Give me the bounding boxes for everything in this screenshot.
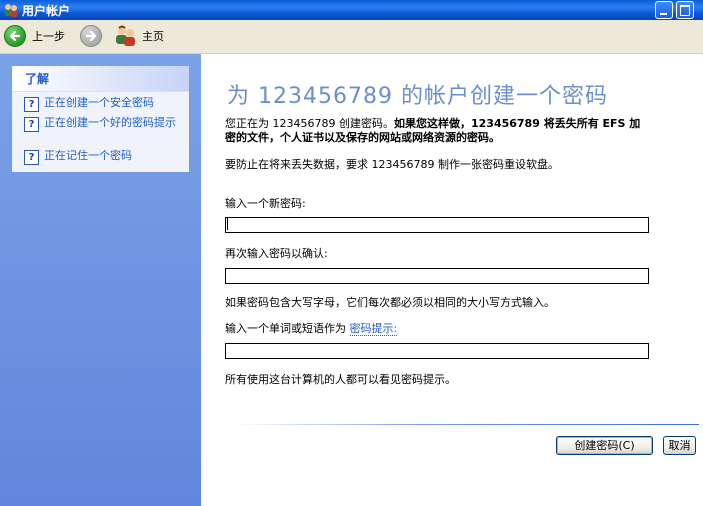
title-bar: 用户帐户 [0,0,703,20]
divider [233,424,699,425]
sidebar-item-secure-password[interactable]: ? 正在创建一个安全密码 [24,96,182,112]
hint-label: 输入一个单词或短语作为 密码提示: [225,322,645,336]
window-title: 用户帐户 [22,4,71,18]
left-task-pane: 了解 ? 正在创建一个安全密码 ? 正在创建一个好的密码提示 ? 正在记住一个密… [0,54,201,506]
forward-button[interactable] [80,25,102,50]
home-users-icon [116,25,135,46]
back-button[interactable]: 上一步 [4,25,65,47]
learn-about-header: 了解 [12,66,189,92]
sidebar-item-remember-password[interactable]: ? 正在记住一个密码 [24,149,182,165]
confirm-password-label: 再次输入密码以确认: [225,247,328,260]
forward-arrow-icon [80,25,102,47]
cancel-button[interactable]: 取消 [663,436,696,455]
password-hint-field[interactable] [225,343,649,359]
page-title: 为 123456789 的帐户创建一个密码 [227,84,608,109]
sidebar-item-label: 正在记住一个密码 [44,149,132,162]
sidebar-item-label: 正在创建一个好的密码提示 [44,116,176,129]
help-icon: ? [24,150,39,165]
confirm-password-field[interactable] [225,268,649,284]
toolbar: 上一步 主页 [0,20,703,54]
minimize-button[interactable] [655,1,673,19]
back-label: 上一步 [32,30,65,43]
home-label: 主页 [142,30,164,43]
help-icon: ? [24,97,39,112]
home-button[interactable]: 主页 [114,25,164,47]
back-arrow-icon [4,25,26,47]
hint-label-prefix: 输入一个单词或短语作为 [225,322,346,335]
text-caret [227,218,228,230]
efs-warning-prefix: 您正在为 123456789 创建密码。 [225,117,394,130]
user-accounts-icon [4,4,18,17]
learn-about-box: 了解 ? 正在创建一个安全密码 ? 正在创建一个好的密码提示 ? 正在记住一个密… [12,66,189,172]
new-password-field[interactable] [225,217,649,233]
reset-disk-note: 要防止在将来丢失数据，要求 123456789 制作一张密码重设软盘。 [225,158,559,171]
password-hint-link[interactable]: 密码提示: [349,322,398,336]
new-password-label: 输入一个新密码: [225,197,306,210]
sidebar-item-password-hint[interactable]: ? 正在创建一个好的密码提示 [24,116,182,132]
learn-about-title: 了解 [25,72,50,86]
sidebar-item-label: 正在创建一个安全密码 [44,96,154,109]
case-sensitivity-note: 如果密码包含大写字母，它们每次都必须以相同的大小写方式输入。 [225,296,555,309]
efs-warning: 您正在为 123456789 创建密码。如果您这样做，123456789 将丢失… [225,117,645,145]
hint-visibility-note: 所有使用这台计算机的人都可以看见密码提示。 [225,373,456,386]
main-content: 为 123456789 的帐户创建一个密码 您正在为 123456789 创建密… [201,54,703,506]
maximize-button[interactable] [676,1,694,19]
help-icon: ? [24,117,39,132]
create-password-button[interactable]: 创建密码(C) [556,436,653,455]
